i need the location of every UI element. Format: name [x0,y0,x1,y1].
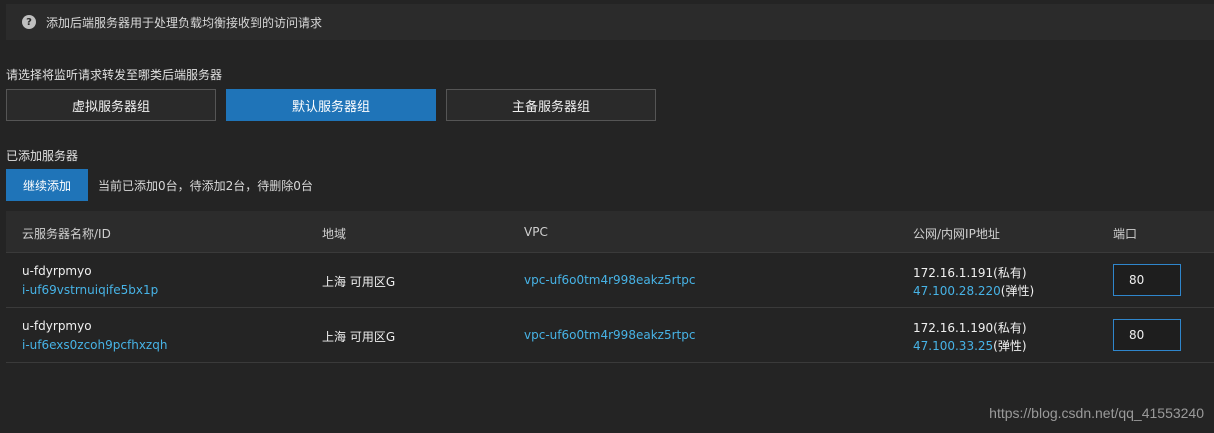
info-notice: ? 添加后端服务器用于处理负载均衡接收到的访问请求 [6,4,1214,40]
header-region: 地域 [322,227,347,241]
public-ip: 47.100.33.25(弹性) [913,339,1027,353]
group-select-label: 请选择将监听请求转发至哪类后端服务器 [6,68,223,82]
server-id-link[interactable]: i-uf69vstrnuiqife5bx1p [22,283,158,297]
primary-backup-server-group-button[interactable]: 主备服务器组 [446,89,656,121]
table-row: u-fdyrpmyo i-uf6exs0zcoh9pcfhxzqh 上海 可用区… [6,308,1214,363]
port-input[interactable] [1113,319,1181,351]
server-name: u-fdyrpmyo [22,319,92,333]
port-input[interactable] [1113,264,1181,296]
table-header: 云服务器名称/ID 地域 VPC 公网/内网IP地址 端口 [6,211,1214,253]
server-region: 上海 可用区G [322,330,396,344]
server-id-link[interactable]: i-uf6exs0zcoh9pcfhxzqh [22,338,167,352]
question-circle-icon: ? [22,15,36,29]
header-vpc: VPC [524,225,548,239]
notice-text: 添加后端服务器用于处理负载均衡接收到的访问请求 [46,15,323,30]
header-port: 端口 [1113,227,1138,241]
table-row: u-fdyrpmyo i-uf69vstrnuiqife5bx1p 上海 可用区… [6,253,1214,308]
header-name-id: 云服务器名称/ID [22,227,111,241]
watermark-text: https://blog.csdn.net/qq_41553240 [989,405,1204,421]
virtual-server-group-button[interactable]: 虚拟服务器组 [6,89,216,121]
header-ip: 公网/内网IP地址 [913,227,1000,241]
added-servers-label: 已添加服务器 [6,149,79,163]
default-server-group-button[interactable]: 默认服务器组 [226,89,436,121]
vpc-link[interactable]: vpc-uf6o0tm4r998eakz5rtpc [524,273,695,287]
add-status-text: 当前已添加0台，待添加2台，待删除0台 [98,179,313,193]
server-name: u-fdyrpmyo [22,264,92,278]
private-ip: 172.16.1.191(私有) [913,266,1027,280]
private-ip: 172.16.1.190(私有) [913,321,1027,335]
continue-add-button[interactable]: 继续添加 [6,169,88,201]
public-ip: 47.100.28.220(弹性) [913,284,1035,298]
server-region: 上海 可用区G [322,275,396,289]
vpc-link[interactable]: vpc-uf6o0tm4r998eakz5rtpc [524,328,695,342]
server-table: 云服务器名称/ID 地域 VPC 公网/内网IP地址 端口 u-fdyrpmyo… [6,211,1214,363]
